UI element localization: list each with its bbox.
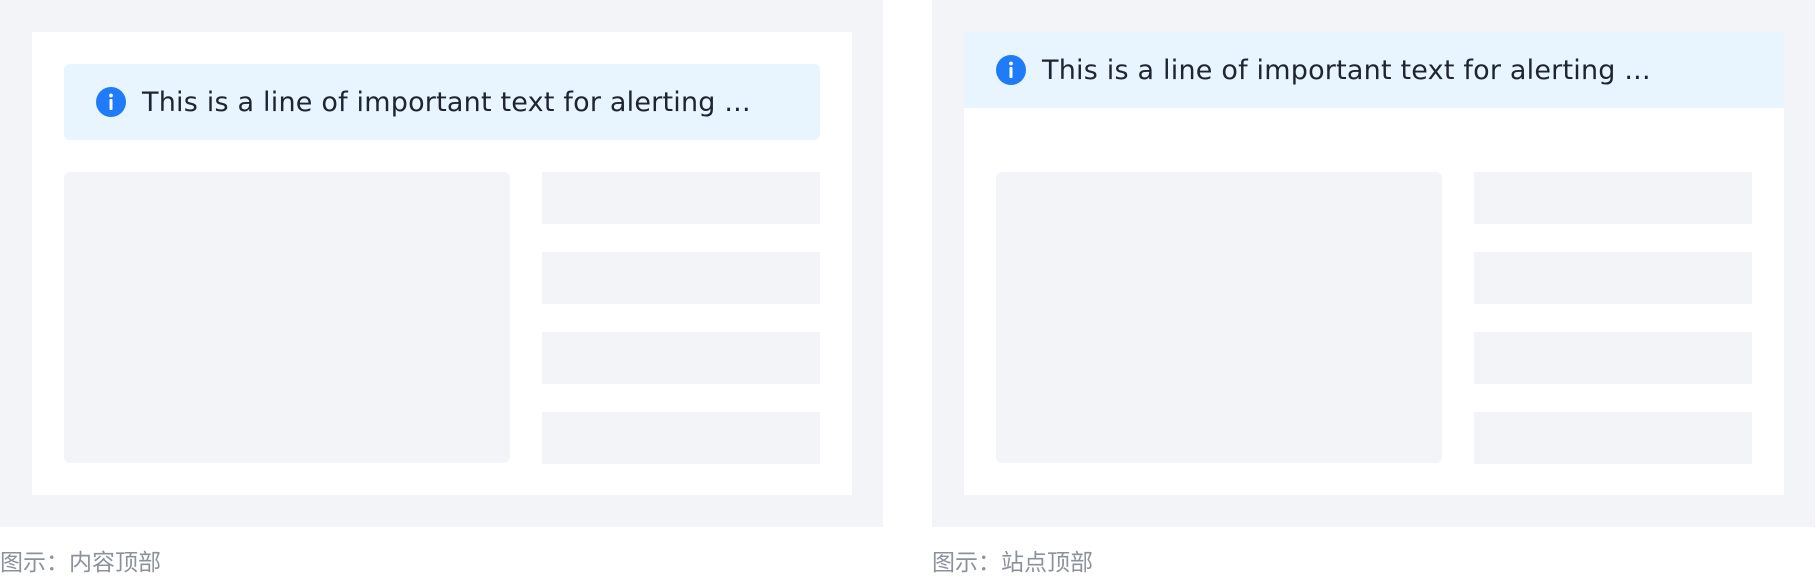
alert-banner: This is a line of important text for ale… <box>64 64 820 140</box>
alert-message: This is a line of important text for ale… <box>1042 54 1651 86</box>
content-placeholder-row <box>542 332 820 384</box>
content-placeholder-row <box>1474 172 1752 224</box>
content-placeholder-main <box>996 172 1442 463</box>
example-caption: 图示：内容顶部 <box>0 550 161 576</box>
alert-message: This is a line of important text for ale… <box>142 86 751 118</box>
content-placeholder-row <box>542 252 820 304</box>
content-placeholder-row <box>1474 252 1752 304</box>
alert-banner: This is a line of important text for ale… <box>964 32 1784 108</box>
mock-page: This is a line of important text for ale… <box>964 32 1784 495</box>
info-icon <box>96 87 126 117</box>
site-top-frame: This is a line of important text for ale… <box>932 0 1815 527</box>
content-placeholder-row <box>1474 332 1752 384</box>
content-placeholder-row <box>542 172 820 224</box>
content-placeholder-row <box>1474 412 1752 464</box>
example-caption: 图示：站点顶部 <box>932 550 1093 576</box>
content-top-frame: This is a line of important text for ale… <box>0 0 883 527</box>
mock-page: This is a line of important text for ale… <box>32 32 852 495</box>
content-placeholder-row <box>542 412 820 464</box>
info-icon <box>996 55 1026 85</box>
content-placeholder-main <box>64 172 510 463</box>
